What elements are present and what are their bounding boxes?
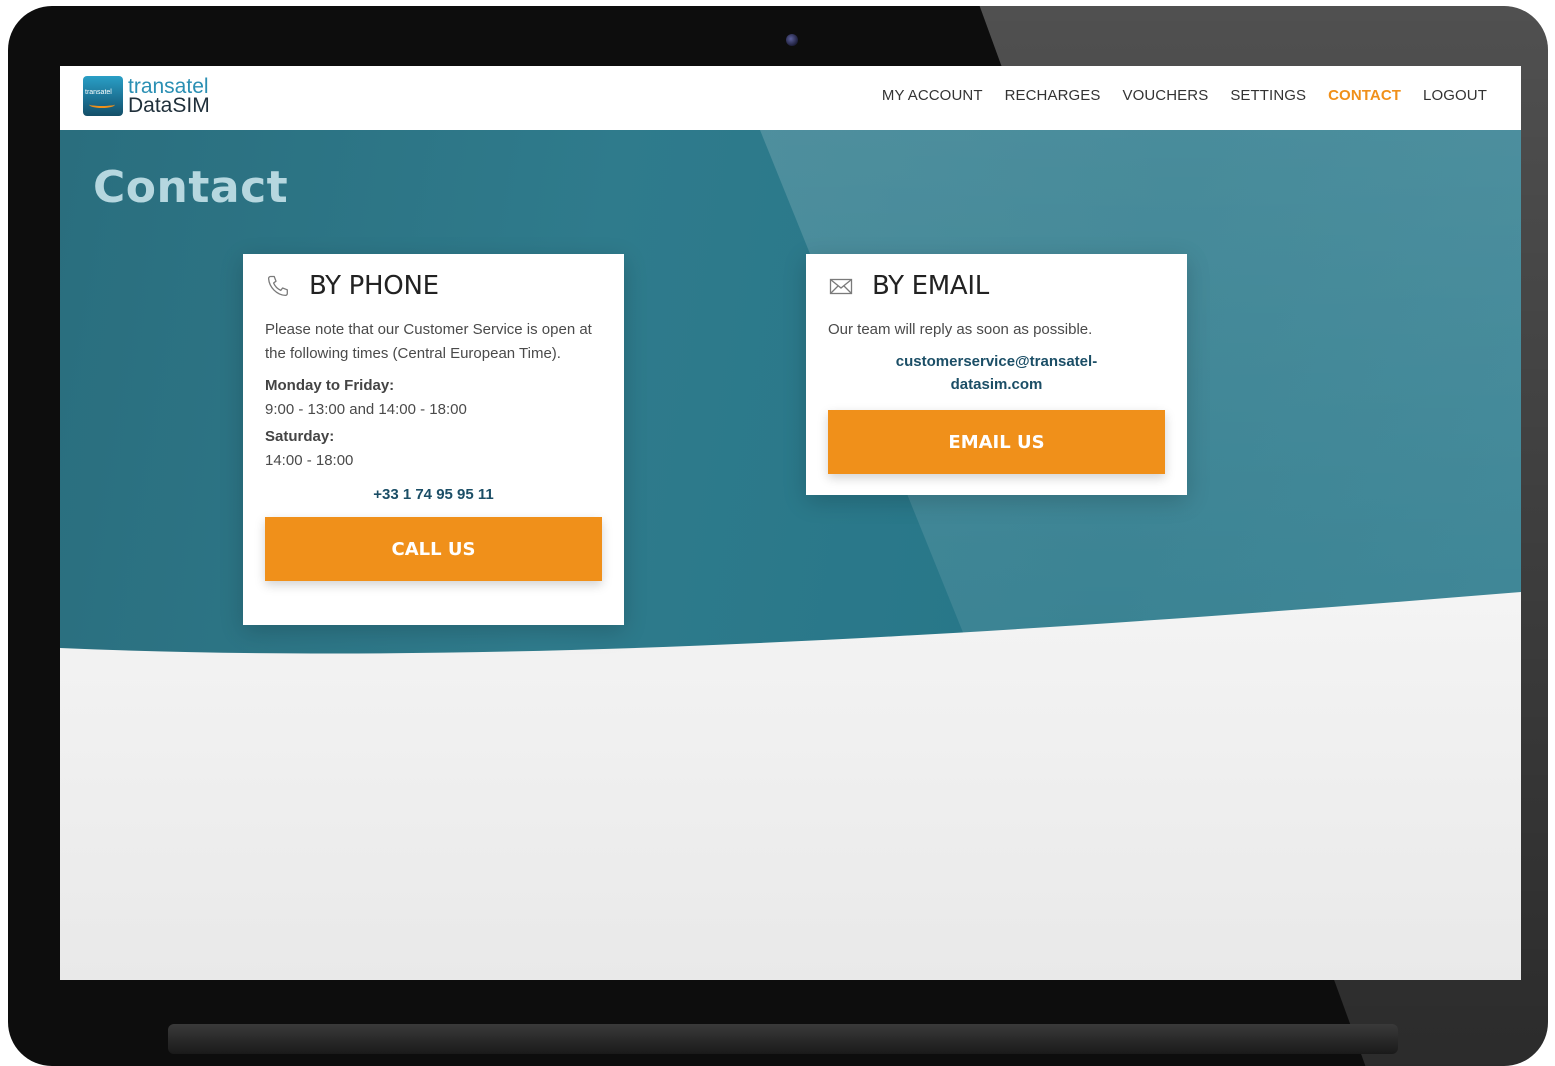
phone-card-intro: Please note that our Customer Service is… — [265, 321, 592, 362]
phone-card-title: BY PHONE — [309, 271, 439, 301]
nav-recharges[interactable]: RECHARGES — [1005, 87, 1101, 104]
brand-logo[interactable]: transatel transatel DataSIM — [83, 76, 210, 116]
top-navigation-bar: transatel transatel DataSIM MY ACCOUNT R… — [60, 66, 1521, 130]
logo-badge-icon: transatel — [83, 76, 123, 116]
phone-card-header: BY PHONE — [265, 268, 602, 304]
email-us-button[interactable]: EMAIL US — [828, 410, 1165, 474]
nav-vouchers[interactable]: VOUCHERS — [1123, 87, 1209, 104]
nav-my-account[interactable]: MY ACCOUNT — [882, 87, 983, 104]
page-title: Contact — [93, 162, 289, 213]
email-contact-card: BY EMAIL Our team will reply as soon as … — [806, 254, 1187, 495]
email-card-title: BY EMAIL — [872, 271, 989, 301]
email-address-line-2: datasim.com — [950, 376, 1043, 393]
email-card-intro: Our team will reply as soon as possible. — [828, 321, 1093, 338]
logo-wordmark: transatel DataSIM — [128, 76, 210, 117]
saturday-hours: 14:00 - 18:00 — [265, 452, 354, 469]
envelope-icon — [829, 278, 853, 295]
weekday-hours: 9:00 - 13:00 and 14:00 - 18:00 — [265, 401, 467, 418]
nav-contact[interactable]: CONTACT — [1328, 87, 1401, 104]
logo-line-2: DataSIM — [128, 94, 210, 117]
email-address-line-1: customerservice@transatel- — [895, 353, 1098, 370]
nav-logout[interactable]: LOGOUT — [1423, 87, 1487, 104]
email-card-header: BY EMAIL — [828, 268, 1165, 304]
phone-icon — [267, 275, 288, 297]
camera-icon — [786, 34, 798, 46]
saturday-label: Saturday: — [265, 428, 335, 445]
browser-viewport: transatel transatel DataSIM MY ACCOUNT R… — [60, 66, 1521, 980]
logo-badge-text: transatel — [85, 89, 112, 96]
laptop-hinge — [168, 1024, 1398, 1054]
phone-number-link[interactable]: +33 1 74 95 95 11 — [265, 483, 602, 506]
email-address-link[interactable]: customerservice@transatel- datasim.com — [828, 350, 1165, 396]
phone-contact-card: BY PHONE Please note that our Customer S… — [243, 254, 624, 625]
main-nav: MY ACCOUNT RECHARGES VOUCHERS SETTINGS C… — [860, 87, 1487, 104]
weekday-label: Monday to Friday: — [265, 377, 395, 394]
logo-swoosh — [89, 101, 115, 108]
nav-settings[interactable]: SETTINGS — [1230, 87, 1306, 104]
call-us-button[interactable]: CALL US — [265, 517, 602, 581]
